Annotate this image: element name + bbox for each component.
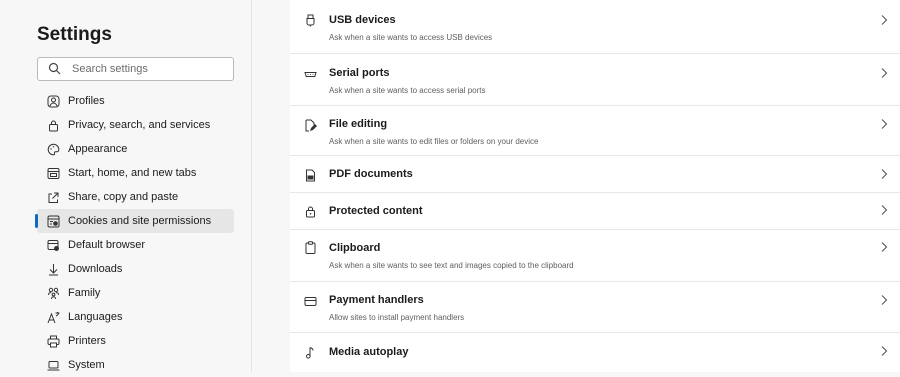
file-edit-icon bbox=[304, 119, 317, 132]
printer-icon bbox=[47, 335, 60, 348]
card-icon bbox=[304, 295, 317, 308]
permission-title: Serial ports bbox=[329, 67, 390, 79]
permission-row-serial-ports[interactable]: Serial ports Ask when a site wants to ac… bbox=[290, 54, 900, 106]
sidebar-item-downloads[interactable]: Downloads bbox=[37, 257, 234, 281]
sidebar-item-label: Appearance bbox=[68, 143, 128, 155]
search-input[interactable]: Search settings bbox=[37, 57, 234, 81]
sidebar-item-system[interactable]: System bbox=[37, 353, 234, 377]
sidebar-item-share[interactable]: Share, copy and paste bbox=[37, 185, 234, 209]
sidebar-item-label: Languages bbox=[68, 311, 123, 323]
sidebar-item-label: Cookies and site permissions bbox=[68, 215, 212, 227]
chevron-right-icon bbox=[880, 118, 888, 130]
sidebar-item-label: Start, home, and new tabs bbox=[68, 167, 197, 179]
sidebar-item-label: Share, copy and paste bbox=[68, 191, 179, 203]
cookies-permissions-icon bbox=[47, 215, 60, 228]
share-icon bbox=[47, 191, 60, 204]
permission-title: Protected content bbox=[329, 205, 423, 217]
sidebar-item-default-browser[interactable]: Default browser bbox=[37, 233, 234, 257]
sidebar-item-family[interactable]: Family bbox=[37, 281, 234, 305]
usb-icon bbox=[304, 14, 317, 27]
sidebar-item-cookies[interactable]: Cookies and site permissions bbox=[35, 209, 234, 233]
sidebar-item-label: System bbox=[68, 359, 105, 371]
chevron-right-icon bbox=[880, 14, 888, 26]
chevron-right-icon bbox=[880, 168, 888, 180]
permission-description: Ask when a site wants to access USB devi… bbox=[329, 33, 493, 42]
permission-title: USB devices bbox=[329, 14, 396, 26]
permission-description: Ask when a site wants to see text and im… bbox=[329, 261, 574, 270]
laptop-icon bbox=[47, 359, 60, 372]
sidebar-item-start-home[interactable]: Start, home, and new tabs bbox=[37, 161, 234, 185]
permission-row-file-editing[interactable]: File editing Ask when a site wants to ed… bbox=[290, 106, 900, 156]
permission-title: Clipboard bbox=[329, 242, 381, 254]
chevron-right-icon bbox=[880, 204, 888, 216]
pdf-icon bbox=[304, 169, 317, 182]
permission-title: Media autoplay bbox=[329, 346, 409, 358]
default-browser-icon bbox=[47, 239, 60, 252]
sidebar-item-label: Family bbox=[68, 287, 101, 299]
chevron-right-icon bbox=[880, 345, 888, 357]
permission-row-clipboard[interactable]: Clipboard Ask when a site wants to see t… bbox=[290, 230, 900, 282]
sidebar-item-label: Profiles bbox=[68, 95, 105, 107]
permission-description: Ask when a site wants to access serial p… bbox=[329, 86, 486, 95]
permission-row-usb[interactable]: USB devices Ask when a site wants to acc… bbox=[290, 0, 900, 54]
serial-port-icon bbox=[304, 68, 317, 81]
profile-icon bbox=[47, 95, 60, 108]
permission-row-protected-content[interactable]: Protected content bbox=[290, 193, 900, 230]
sidebar-item-privacy[interactable]: Privacy, search, and services bbox=[37, 113, 234, 137]
browser-window-icon bbox=[47, 167, 60, 180]
lock-icon bbox=[304, 205, 317, 218]
sidebar-item-label: Downloads bbox=[68, 263, 123, 275]
search-placeholder: Search settings bbox=[72, 63, 148, 75]
sidebar-item-label: Printers bbox=[68, 335, 106, 347]
sidebar-item-printers[interactable]: Printers bbox=[37, 329, 234, 353]
music-note-icon bbox=[304, 346, 317, 359]
sidebar-item-languages[interactable]: Languages bbox=[37, 305, 234, 329]
chevron-right-icon bbox=[880, 67, 888, 79]
permission-title: Payment handlers bbox=[329, 294, 424, 306]
sidebar-title: Settings bbox=[37, 24, 112, 45]
palette-icon bbox=[47, 143, 60, 156]
chevron-right-icon bbox=[880, 241, 888, 253]
clipboard-icon bbox=[304, 241, 317, 254]
permission-row-pdf-documents[interactable]: PDF documents bbox=[290, 156, 900, 193]
download-icon bbox=[47, 263, 60, 276]
permission-description: Ask when a site wants to edit files or f… bbox=[329, 137, 539, 146]
lock-icon bbox=[47, 119, 60, 132]
permission-row-media-autoplay[interactable]: Media autoplay bbox=[290, 333, 900, 372]
permission-title: PDF documents bbox=[329, 168, 413, 180]
sidebar-item-profiles[interactable]: Profiles bbox=[37, 89, 234, 113]
sidebar-nav: Profiles Privacy, search, and services A… bbox=[0, 89, 252, 377]
sidebar-item-appearance[interactable]: Appearance bbox=[37, 137, 234, 161]
family-icon bbox=[47, 287, 60, 300]
permission-description: Allow sites to install payment handlers bbox=[329, 313, 465, 322]
sidebar-item-label: Privacy, search, and services bbox=[68, 119, 211, 131]
chevron-right-icon bbox=[880, 294, 888, 306]
site-permissions-panel: USB devices Ask when a site wants to acc… bbox=[290, 0, 900, 372]
permission-title: File editing bbox=[329, 118, 388, 130]
search-icon bbox=[48, 62, 62, 76]
permission-row-payment-handlers[interactable]: Payment handlers Allow sites to install … bbox=[290, 282, 900, 333]
language-icon bbox=[47, 311, 60, 324]
sidebar-item-label: Default browser bbox=[68, 239, 146, 251]
settings-sidebar: Settings Search settings Profiles Privac… bbox=[0, 0, 252, 372]
